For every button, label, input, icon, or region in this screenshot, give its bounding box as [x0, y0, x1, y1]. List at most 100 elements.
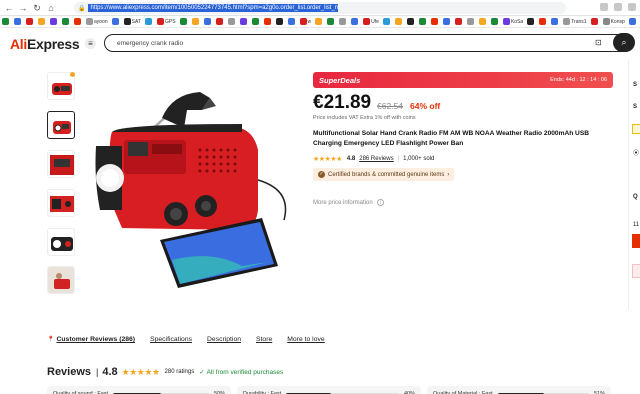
- tab-description[interactable]: Description: [207, 336, 241, 343]
- bookmark-item[interactable]: [2, 18, 10, 25]
- gallery-thumb-5[interactable]: [47, 228, 75, 256]
- gallery-thumb-6[interactable]: [47, 266, 75, 294]
- bookmark-item[interactable]: [490, 18, 499, 25]
- bookmark-item[interactable]: [227, 18, 236, 25]
- bookmark-item[interactable]: [111, 18, 120, 25]
- bookmark-item[interactable]: [430, 18, 439, 25]
- bookmark-favicon-icon: [62, 18, 69, 25]
- bookmark-item[interactable]: [179, 18, 188, 25]
- aliexpress-logo[interactable]: AliExpress: [10, 36, 80, 52]
- bookmark-favicon-icon: [26, 18, 33, 25]
- bookmark-item[interactable]: [287, 18, 296, 25]
- address-bar[interactable]: 🔒 https://www.aliexpress.com/item/100500…: [74, 2, 566, 14]
- back-icon[interactable]: ←: [4, 3, 14, 13]
- tab-customer-reviews-label[interactable]: Customer Reviews (286): [56, 336, 135, 343]
- info-icon[interactable]: i: [376, 199, 384, 206]
- bookmark-item[interactable]: [406, 18, 415, 25]
- bookmark-item[interactable]: [351, 18, 359, 25]
- extension-icon[interactable]: [600, 3, 608, 11]
- bookmark-item[interactable]: [251, 18, 260, 25]
- superdeals-title: SuperDeals: [319, 75, 361, 85]
- reviews-link[interactable]: 286 Reviews: [359, 156, 393, 162]
- bookmark-item[interactable]: [442, 18, 451, 25]
- gallery-thumb-2[interactable]: [47, 111, 75, 139]
- bookmark-item[interactable]: [62, 18, 70, 25]
- reviews-score: 4.8: [102, 366, 118, 378]
- separator: |: [96, 367, 99, 377]
- bookmark-item[interactable]: [144, 18, 153, 25]
- bookmark-item[interactable]: [454, 18, 463, 25]
- tab-more-to-love[interactable]: More to love: [287, 336, 324, 343]
- bookmark-favicon-icon: [339, 18, 347, 25]
- tab-store[interactable]: Store: [256, 336, 272, 343]
- bookmark-favicon-icon: [363, 18, 371, 25]
- forward-icon[interactable]: →: [18, 3, 28, 13]
- bookmark-item[interactable]: [50, 18, 58, 25]
- bookmark-item[interactable]: [239, 18, 248, 25]
- bookmark-favicon-icon: [203, 18, 211, 25]
- reload-icon[interactable]: ↻: [32, 3, 42, 13]
- bookmark-item[interactable]: [263, 18, 272, 25]
- bookmark-item[interactable]: KoSa: [502, 18, 523, 25]
- search-bar[interactable]: emergency crank radio ⊡ ⌕: [104, 33, 635, 52]
- location-icon[interactable]: ⦿: [633, 148, 639, 157]
- bookmark-favicon-icon: [275, 18, 283, 25]
- gallery-thumb-3[interactable]: [47, 150, 75, 178]
- bookmark-item[interactable]: ayoon: [86, 18, 108, 25]
- bookmark-item[interactable]: [527, 18, 535, 25]
- tab-customer-reviews[interactable]: 📍 Customer Reviews (286): [47, 336, 135, 343]
- bookmark-item[interactable]: [14, 18, 22, 25]
- bookmark-favicon-icon: [539, 18, 547, 25]
- search-button[interactable]: ⌕: [613, 33, 635, 52]
- add-to-cart-button[interactable]: [632, 264, 640, 278]
- more-price-info-text[interactable]: More price information: [313, 200, 373, 206]
- bookmark-item[interactable]: [191, 18, 200, 25]
- bookmark-item[interactable]: [275, 18, 284, 25]
- bookmark-item[interactable]: Ufe: [363, 18, 379, 25]
- hamburger-menu-icon[interactable]: ≡: [85, 38, 96, 49]
- bookmark-item[interactable]: [26, 18, 34, 25]
- bookmark-item[interactable]: [38, 18, 46, 25]
- bookmark-item[interactable]: [466, 18, 475, 25]
- right-panel-label-1: S: [633, 82, 638, 88]
- bookmark-item[interactable]: [327, 18, 335, 25]
- bookmark-item[interactable]: [203, 18, 212, 25]
- current-price: €21.89: [313, 92, 372, 113]
- more-price-info[interactable]: More price information i: [313, 199, 384, 206]
- bookmark-item[interactable]: [551, 18, 559, 25]
- bookmark-item[interactable]: [74, 18, 82, 25]
- bookmark-item[interactable]: [394, 18, 403, 25]
- gallery-thumb-4[interactable]: [47, 189, 75, 217]
- bookmark-item[interactable]: Trans1: [563, 18, 587, 25]
- bookmark-item[interactable]: [382, 18, 391, 25]
- search-input[interactable]: emergency crank radio: [117, 40, 183, 47]
- right-panel-coupon[interactable]: [632, 124, 640, 134]
- bookmark-item[interactable]: [315, 18, 323, 25]
- bookmark-label: GPS: [164, 18, 176, 25]
- certified-badge[interactable]: ✓ Certified brands & committed genuine i…: [313, 168, 455, 181]
- tab-specifications[interactable]: Specifications: [150, 336, 192, 343]
- home-icon[interactable]: ⌂: [46, 3, 56, 13]
- bookmark-favicon-icon: [602, 18, 610, 25]
- menu-icon[interactable]: [628, 3, 636, 11]
- bookmark-item[interactable]: GPS: [156, 18, 176, 25]
- main-product-image[interactable]: [92, 80, 302, 295]
- bookmark-item[interactable]: w: [299, 18, 312, 25]
- bookmark-item[interactable]: [215, 18, 224, 25]
- bookmark-item[interactable]: SAT: [123, 18, 141, 25]
- bookmark-item[interactable]: [590, 18, 599, 25]
- profile-icon[interactable]: [614, 3, 622, 11]
- bookmark-favicon-icon: [478, 18, 486, 25]
- bookmark-label: w: [307, 18, 312, 25]
- buy-now-button[interactable]: [632, 234, 640, 248]
- verified-text: All from verified purchases: [206, 368, 284, 376]
- url-text[interactable]: https://www.aliexpress.com/item/10050052…: [88, 4, 339, 12]
- bookmark-item[interactable]: [478, 18, 487, 25]
- bookmark-item[interactable]: [628, 18, 637, 25]
- bookmark-item[interactable]: Konsp: [602, 18, 625, 25]
- bookmark-item[interactable]: [339, 18, 347, 25]
- bookmark-favicon-icon: [502, 18, 510, 25]
- camera-search-icon[interactable]: ⊡: [595, 38, 605, 48]
- bookmark-item[interactable]: [418, 18, 427, 25]
- bookmark-item[interactable]: [539, 18, 547, 25]
